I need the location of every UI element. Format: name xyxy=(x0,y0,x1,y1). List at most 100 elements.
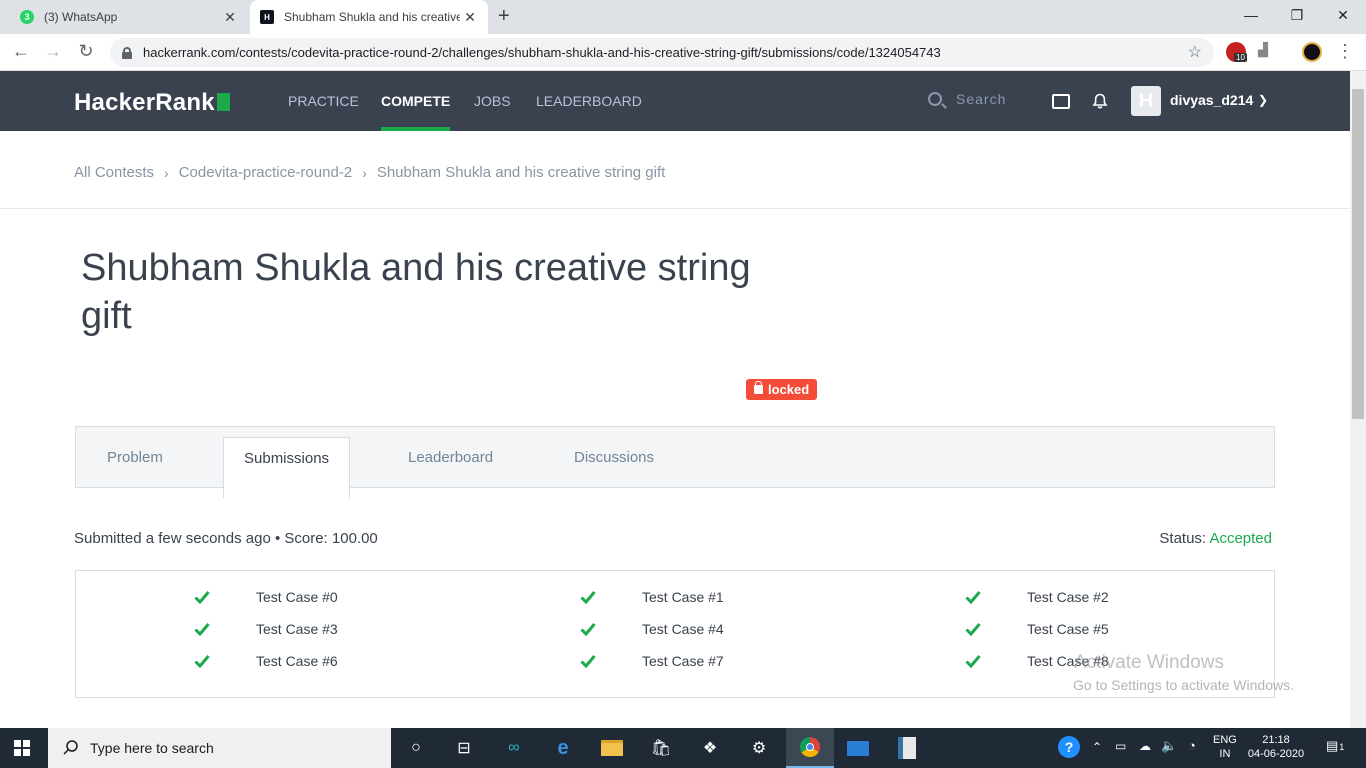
clock-time: 21:18 xyxy=(1262,734,1290,746)
battery-icon[interactable]: ▭ xyxy=(1115,739,1126,753)
mail-icon[interactable] xyxy=(846,736,870,760)
page-scrollbar[interactable] xyxy=(1350,71,1366,728)
breadcrumb-contest[interactable]: Codevita-practice-round-2 xyxy=(179,164,352,181)
close-icon[interactable]: ✕ xyxy=(220,9,240,26)
status-label: Status: xyxy=(1159,530,1207,547)
tab-leaderboard[interactable]: Leaderboard xyxy=(408,427,493,488)
test-case-item[interactable]: Test Case #2 xyxy=(965,589,1109,605)
lock-icon xyxy=(122,46,132,59)
taskbar-search-input[interactable]: Type here to search xyxy=(48,728,391,768)
test-case-label: Test Case #1 xyxy=(642,589,724,605)
test-case-label: Test Case #2 xyxy=(1027,589,1109,605)
forward-icon[interactable]: → xyxy=(42,41,64,62)
chevron-down-icon[interactable]: ❯ xyxy=(1258,93,1268,107)
reload-icon[interactable]: ↻ xyxy=(75,41,97,62)
whatsapp-icon: 3 xyxy=(20,10,34,24)
test-case-item[interactable]: Test Case #0 xyxy=(194,589,338,605)
breadcrumb-bar: All Contests › Codevita-practice-round-2… xyxy=(0,131,1350,209)
browser-tab-hackerrank[interactable]: H Shubham Shukla and his creative ✕ xyxy=(250,0,488,34)
clock-date: 04-06-2020 xyxy=(1247,748,1305,760)
chevron-up-icon[interactable]: ⌃ xyxy=(1092,740,1102,754)
search-input[interactable]: Search xyxy=(928,91,1006,107)
breadcrumb-challenge[interactable]: Shubham Shukla and his creative string g… xyxy=(377,164,666,181)
browser-tab-whatsapp[interactable]: 3 (3) WhatsApp ✕ xyxy=(10,0,248,34)
messages-icon[interactable] xyxy=(1052,94,1070,109)
help-icon[interactable]: ? xyxy=(1058,736,1080,758)
checkmark-icon xyxy=(965,622,1027,636)
python-file-icon[interactable] xyxy=(895,736,919,760)
checkmark-icon xyxy=(580,590,642,604)
breadcrumb-all-contests[interactable]: All Contests xyxy=(74,164,154,181)
nav-leaderboard[interactable]: LEADERBOARD xyxy=(536,71,642,131)
browser-tab-strip: 3 (3) WhatsApp ✕ H Shubham Shukla and hi… xyxy=(0,0,1366,34)
clock[interactable]: 21:18 04-06-2020 xyxy=(1246,733,1306,761)
logo-text: HackerRank xyxy=(74,89,215,116)
windows-start-icon[interactable] xyxy=(14,740,30,756)
task-view-icon[interactable]: ⊟ xyxy=(452,736,476,760)
padlock-icon xyxy=(754,381,763,394)
cortana-icon[interactable]: ○ xyxy=(404,736,428,760)
url-field[interactable]: hackerrank.com/contests/codevita-practic… xyxy=(110,38,1214,67)
close-icon[interactable]: ✕ xyxy=(460,9,480,26)
status-value: Accepted xyxy=(1209,530,1272,547)
onedrive-cloud-icon[interactable]: ☁ xyxy=(1139,739,1151,753)
dropbox-icon[interactable]: ❖ xyxy=(698,736,722,760)
checkmark-icon xyxy=(194,590,256,604)
nav-compete[interactable]: COMPETE xyxy=(381,71,451,131)
test-case-item[interactable]: Test Case #4 xyxy=(580,621,724,637)
window-close-icon[interactable]: ✕ xyxy=(1320,0,1366,30)
profile-avatar[interactable] xyxy=(1302,42,1322,62)
windows-taskbar: Type here to search ○ ⊟ ∞ e 🛍 ❖ ⚙ ? ⌃ ▭ … xyxy=(0,728,1366,768)
language-indicator[interactable]: ENG IN xyxy=(1213,733,1237,761)
notification-center-icon[interactable]: ▤1 xyxy=(1326,738,1344,754)
minimize-icon[interactable]: — xyxy=(1228,0,1274,30)
tab-title: (3) WhatsApp xyxy=(44,10,118,24)
search-icon xyxy=(63,740,78,755)
back-icon[interactable]: ← xyxy=(10,41,32,62)
edge-browser-icon[interactable]: e xyxy=(551,736,575,760)
volume-icon[interactable]: 🔈 xyxy=(1161,738,1177,754)
avatar[interactable]: H xyxy=(1131,86,1161,116)
scrollbar-thumb[interactable] xyxy=(1352,89,1364,419)
test-case-item[interactable]: Test Case #1 xyxy=(580,589,724,605)
menu-icon[interactable]: ⋮ xyxy=(1334,41,1356,62)
store-icon[interactable]: 🛍 xyxy=(649,736,673,760)
challenge-tabs: Problem Submissions Leaderboard Discussi… xyxy=(75,426,1275,499)
username[interactable]: divyas_d214 xyxy=(1170,92,1253,108)
restore-icon[interactable]: ❐ xyxy=(1274,0,1320,30)
wifi-icon[interactable]: ◔ xyxy=(1188,738,1196,753)
settings-gear-icon[interactable]: ⚙ xyxy=(747,736,771,760)
hackerrank-logo[interactable]: HackerRank xyxy=(74,89,230,117)
locked-badge: locked xyxy=(746,379,818,400)
test-case-label: Test Case #6 xyxy=(256,653,338,669)
chrome-icon[interactable] xyxy=(786,728,834,768)
address-bar: ← → ↻ hackerrank.com/contests/codevita-p… xyxy=(0,34,1366,71)
checkmark-icon xyxy=(580,654,642,668)
tab-problem[interactable]: Problem xyxy=(107,427,163,488)
logo-square-icon xyxy=(216,93,230,111)
tab-submissions[interactable]: Submissions xyxy=(223,437,351,499)
file-explorer-icon[interactable] xyxy=(600,736,624,760)
infinity-app-icon[interactable]: ∞ xyxy=(502,736,526,760)
checkmark-icon xyxy=(194,622,256,636)
test-case-item[interactable]: Test Case #6 xyxy=(194,653,338,669)
site-header: HackerRank PRACTICE COMPETE JOBS LEADERB… xyxy=(0,71,1350,131)
region-code: IN xyxy=(1219,748,1231,760)
checkmark-icon xyxy=(580,622,642,636)
new-tab-icon[interactable]: + xyxy=(498,5,510,28)
test-case-item[interactable]: Test Case #3 xyxy=(194,621,338,637)
notifications-bell-icon[interactable] xyxy=(1092,93,1108,109)
bookmark-star-icon[interactable]: ☆ xyxy=(1188,42,1202,62)
tab-discussions[interactable]: Discussions xyxy=(574,427,654,488)
test-case-label: Test Case #3 xyxy=(256,621,338,637)
test-case-item[interactable]: Test Case #5 xyxy=(965,621,1109,637)
chart-extension-icon[interactable]: ▟ xyxy=(1258,42,1278,62)
checkmark-icon xyxy=(965,590,1027,604)
extension-icon[interactable]: 10 xyxy=(1226,42,1247,62)
nav-practice[interactable]: PRACTICE xyxy=(288,71,359,131)
test-case-label: Test Case #5 xyxy=(1027,621,1109,637)
test-case-label: Test Case #4 xyxy=(642,621,724,637)
nav-jobs[interactable]: JOBS xyxy=(474,71,511,131)
tab-title: Shubham Shukla and his creative xyxy=(284,10,460,24)
test-case-item[interactable]: Test Case #7 xyxy=(580,653,724,669)
